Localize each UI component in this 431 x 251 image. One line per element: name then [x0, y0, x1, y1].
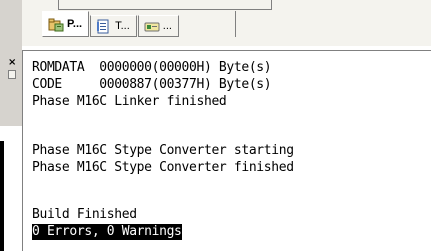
- tab-templates[interactable]: T...: [90, 15, 137, 37]
- tab-functions-label: ...: [162, 20, 172, 32]
- tab-functions[interactable]: ...: [137, 15, 179, 37]
- tab-templates-label: T...: [115, 20, 130, 32]
- templates-icon: [96, 19, 112, 34]
- output-line-selected[interactable]: 0 Errors, 0 Warnings: [32, 224, 182, 240]
- tab-project-label: P...: [67, 18, 83, 30]
- functions-icon: [144, 19, 160, 34]
- output-line: Phase M16C Stype Converter starting: [32, 143, 294, 158]
- output-line: Build Finished: [32, 207, 137, 222]
- close-icon[interactable]: ×: [8, 58, 17, 68]
- window: P... T... ... × ROMDATA 0000000(00000H) …: [0, 0, 431, 251]
- output-line: Phase M16C Stype Converter finished: [32, 160, 294, 175]
- output-line: Phase M16C Linker finished: [32, 94, 227, 109]
- left-edge-bar: [0, 141, 4, 251]
- output-line: CODE 0000887(00377H) Byte(s): [32, 77, 272, 92]
- tab-project[interactable]: P...: [42, 11, 90, 37]
- project-icon: [48, 17, 64, 32]
- upper-panel-border-bottom: [58, 9, 272, 10]
- workspace-tabs: P... T... ...: [42, 11, 180, 37]
- tab-strip-end: [235, 11, 236, 37]
- output-pane[interactable]: ROMDATA 0000000(00000H) Byte(s) CODE 000…: [22, 50, 431, 251]
- output-line: ROMDATA 0000000(00000H) Byte(s): [32, 60, 272, 75]
- workspace-tab-area: P... T... ...: [0, 0, 431, 46]
- pin-icon[interactable]: [8, 70, 16, 79]
